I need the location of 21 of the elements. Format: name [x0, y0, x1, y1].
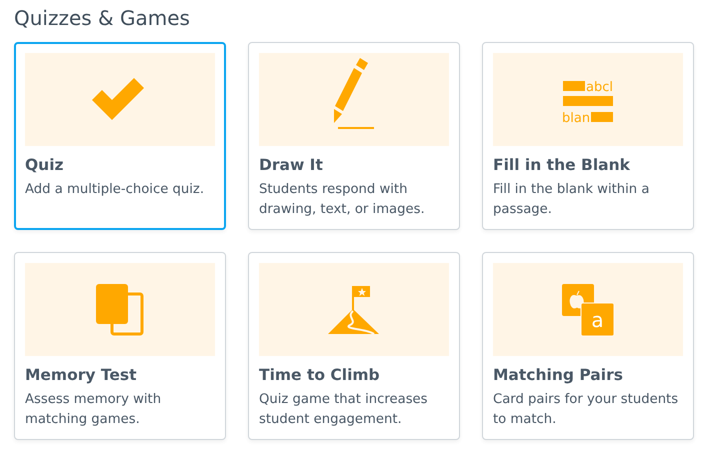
card-description: Quiz game that increases student engagement. — [259, 391, 429, 429]
section-heading: Quizzes & Games — [14, 5, 191, 32]
card-description: Assess memory with matching games. — [25, 391, 162, 429]
activity-card[interactable]: Quiz Add a multiple-choice quiz. — [14, 42, 226, 230]
card-description: Students respond with drawing, text, or images. — [259, 181, 426, 219]
activity-card[interactable]: Memory Test Assess memory with matching games. — [14, 252, 226, 440]
card-description: Fill in the blank within a passage. — [493, 181, 650, 219]
cards-icon — [96, 284, 144, 336]
card-description: Add a multiple-choice quiz. — [25, 181, 206, 199]
card-title: Fill in the Blank — [493, 156, 631, 174]
mountain-flag-icon — [328, 284, 380, 334]
activity-card[interactable]: a Matching Pairs Card pairs for your students to match. — [482, 252, 694, 440]
card-title: Draw It — [259, 156, 324, 174]
card-title: Memory Test — [25, 366, 138, 384]
card-title: Time to Climb — [259, 366, 381, 384]
card-title: Quiz — [25, 156, 65, 174]
activity-card[interactable]: Time to Climb Quiz game that increases student engagement. — [248, 252, 460, 440]
card-description: Card pairs for your students to match. — [493, 391, 680, 429]
activity-card[interactable]: Draw It Students respond with drawing, text, or images. — [248, 42, 460, 230]
card-title: Matching Pairs — [493, 366, 624, 384]
activity-card[interactable]: abcl blan Fill in the Blank Fill in the blank within a passage. — [482, 42, 694, 230]
